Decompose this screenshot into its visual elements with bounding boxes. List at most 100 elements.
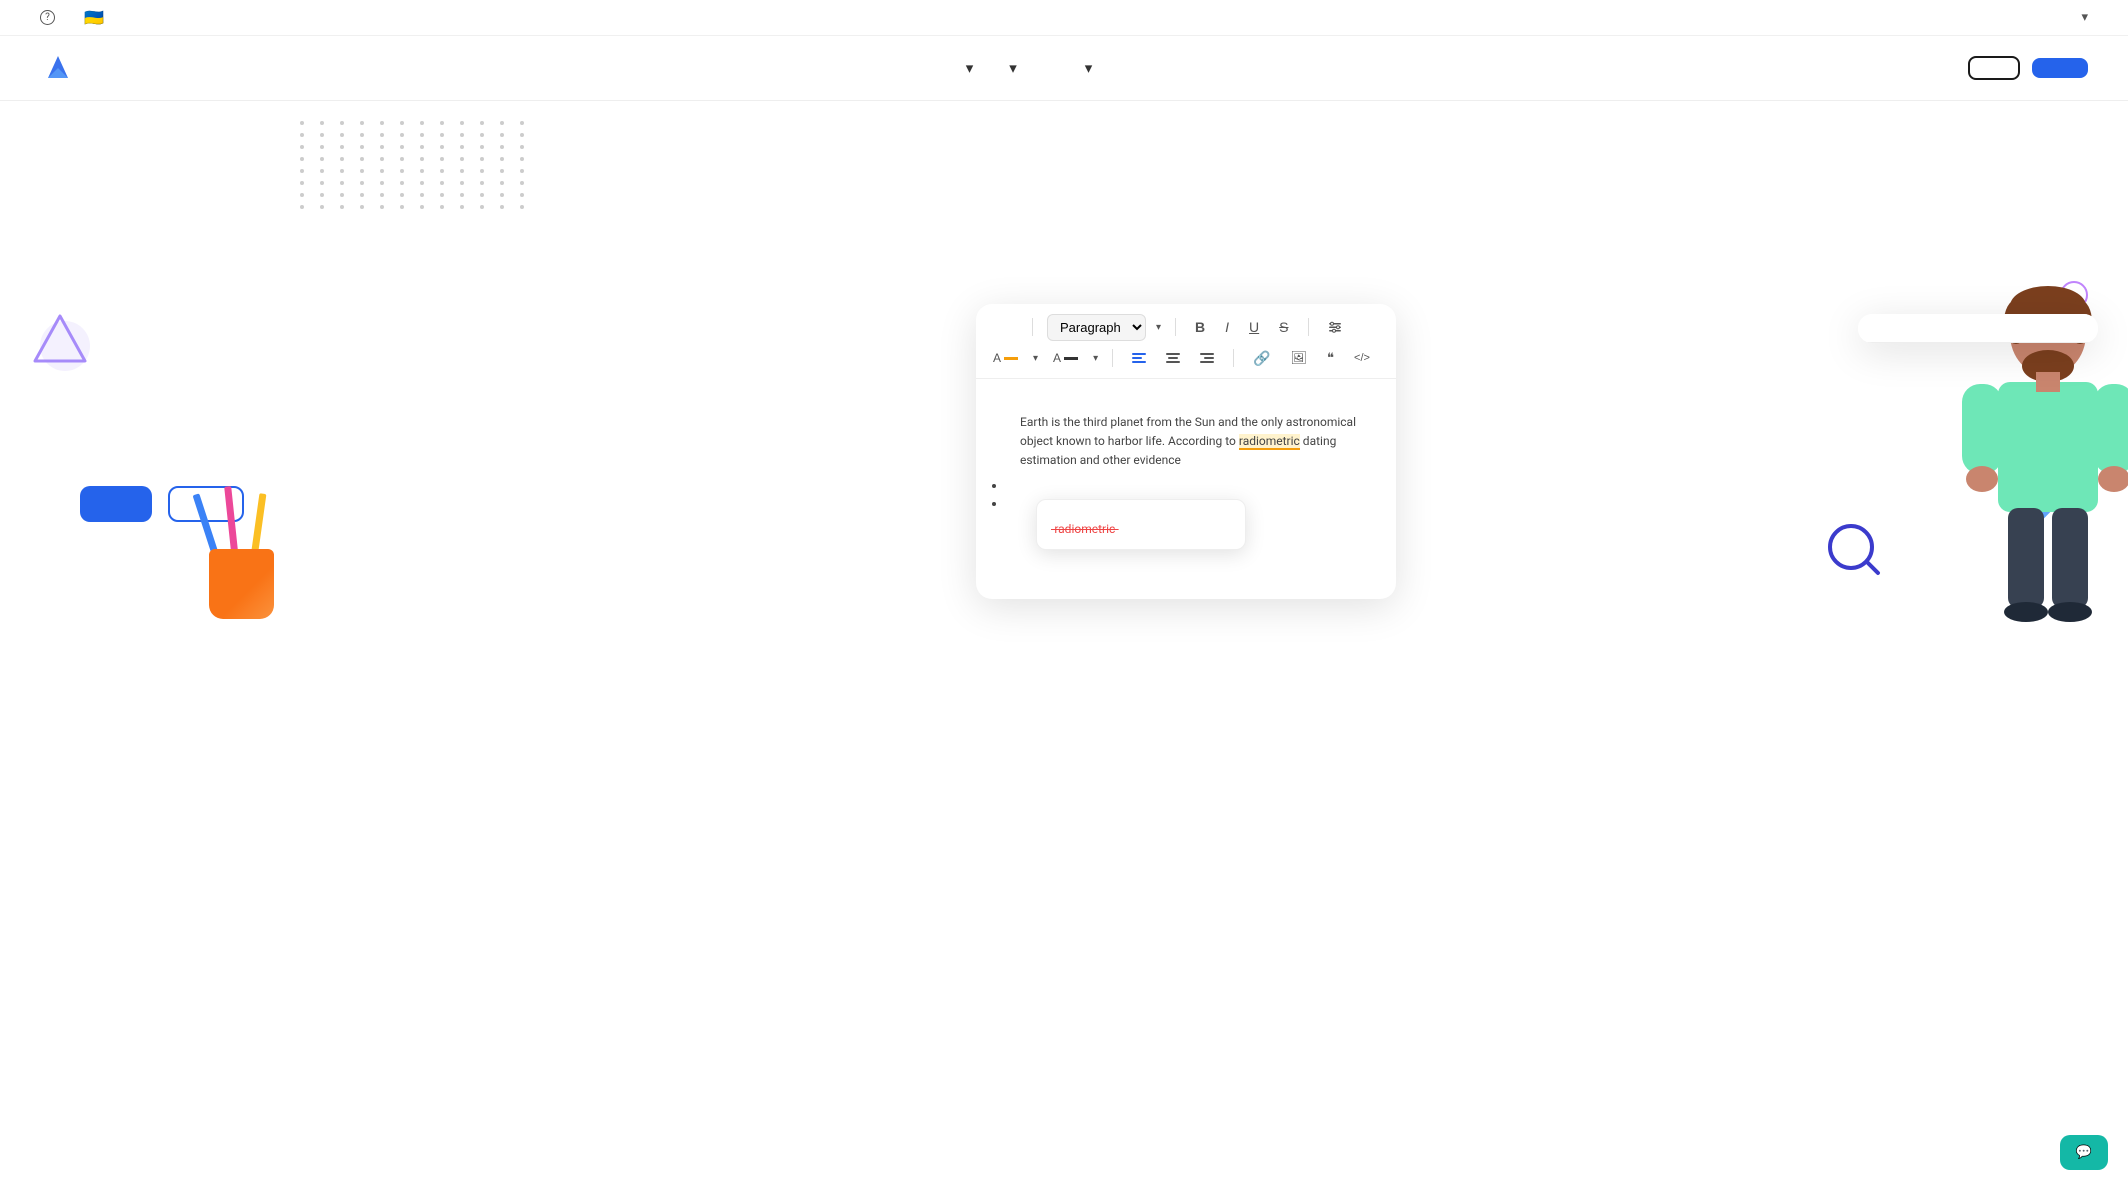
dot xyxy=(520,133,524,137)
dot xyxy=(440,133,444,137)
dot xyxy=(460,181,464,185)
dot xyxy=(380,157,384,161)
dot xyxy=(340,181,344,185)
settings-button[interactable] xyxy=(1323,317,1347,337)
dot xyxy=(460,157,464,161)
nav-actions xyxy=(1968,56,2088,80)
dot xyxy=(500,157,504,161)
dot xyxy=(520,121,524,125)
underline-button[interactable]: U xyxy=(1244,316,1264,338)
ukraine-flag-icon: 🇺🇦 xyxy=(84,8,104,27)
ukraine-link[interactable]: 🇺🇦 xyxy=(84,8,109,27)
dot xyxy=(420,157,424,161)
help-icon: ? xyxy=(40,10,55,25)
dot xyxy=(320,193,324,197)
dot xyxy=(400,121,404,125)
dot xyxy=(380,121,384,125)
align-center-icon xyxy=(1166,352,1180,364)
dot xyxy=(300,169,304,173)
editor-toolbar: Paragraph Heading 1 Heading 2 ▾ B I U S xyxy=(976,304,1396,379)
dot xyxy=(360,145,364,149)
help-link[interactable]: ? xyxy=(40,10,60,25)
toolbar-separator-4 xyxy=(1112,349,1113,367)
dot xyxy=(440,205,444,209)
redo-button[interactable] xyxy=(1008,324,1018,330)
dot xyxy=(320,133,324,137)
dot xyxy=(300,121,304,125)
dot xyxy=(300,205,304,209)
toolbar-separator-3 xyxy=(1308,318,1309,336)
hero-projects-button[interactable] xyxy=(80,486,152,522)
quote-button[interactable]: ❝ xyxy=(1322,347,1339,369)
highlight-color-button[interactable]: A xyxy=(988,348,1023,368)
dot xyxy=(400,133,404,137)
logo[interactable] xyxy=(40,50,86,86)
nav-link-features[interactable]: ▾ xyxy=(1005,59,1017,77)
dot xyxy=(460,145,464,149)
align-left-button[interactable] xyxy=(1127,349,1151,367)
dot xyxy=(460,121,464,125)
dot xyxy=(460,169,464,173)
dot xyxy=(300,181,304,185)
dot xyxy=(380,205,384,209)
topbar-left: ? 🇺🇦 xyxy=(40,8,109,27)
dot xyxy=(480,133,484,137)
dot xyxy=(420,181,424,185)
dot xyxy=(380,181,384,185)
dot xyxy=(480,157,484,161)
align-center-button[interactable] xyxy=(1161,349,1185,367)
chevron-down-icon: ▾ xyxy=(966,59,974,77)
lang-arrow-icon[interactable]: ▾ xyxy=(2081,10,2088,25)
align-right-button[interactable] xyxy=(1195,349,1219,367)
dot xyxy=(320,205,324,209)
dot xyxy=(420,121,424,125)
projects-button[interactable] xyxy=(2032,58,2088,78)
dot xyxy=(500,205,504,209)
dot xyxy=(520,181,524,185)
teal-badge[interactable]: 💬 xyxy=(2060,1135,2108,1170)
dot xyxy=(440,121,444,125)
code-button[interactable]: </> xyxy=(1349,349,1375,367)
dot xyxy=(380,193,384,197)
bold-button[interactable]: B xyxy=(1190,316,1210,338)
dot xyxy=(400,145,404,149)
dot xyxy=(320,181,324,185)
dot xyxy=(500,121,504,125)
dot xyxy=(400,157,404,161)
nav-link-why[interactable]: ▾ xyxy=(962,59,974,77)
nav-link-sources[interactable]: ▾ xyxy=(1081,59,1093,77)
pencil-cup-illustration xyxy=(204,459,314,619)
dot xyxy=(500,193,504,197)
dot xyxy=(460,205,464,209)
topbar-right: ▾ xyxy=(2065,10,2088,25)
dot xyxy=(320,169,324,173)
dot xyxy=(360,133,364,137)
dot xyxy=(420,193,424,197)
dot xyxy=(340,157,344,161)
dot xyxy=(320,157,324,161)
italic-button[interactable]: I xyxy=(1220,316,1234,338)
paragraph-select[interactable]: Paragraph Heading 1 Heading 2 xyxy=(1047,314,1146,341)
dot xyxy=(520,205,524,209)
editor-body[interactable]: Earth is the third planet from the Sun a… xyxy=(976,379,1396,599)
dot xyxy=(300,193,304,197)
dot xyxy=(480,145,484,149)
chevron-down-icon-highlight: ▾ xyxy=(1033,353,1038,364)
chevron-down-icon-paragraph: ▾ xyxy=(1156,322,1161,333)
dot xyxy=(380,145,384,149)
dot xyxy=(300,145,304,149)
logout-button[interactable] xyxy=(1968,56,2020,80)
dot xyxy=(420,205,424,209)
highlighted-word[interactable]: radiometric xyxy=(1239,434,1300,450)
link-button[interactable]: 🔗 xyxy=(1248,347,1275,370)
dot xyxy=(440,157,444,161)
dot xyxy=(520,169,524,173)
dot xyxy=(520,193,524,197)
hero-section: const dotsContainer = document.querySele… xyxy=(0,101,2128,781)
dot xyxy=(440,145,444,149)
image-button[interactable]: 🖼 xyxy=(1286,347,1313,369)
text-color-button[interactable]: A xyxy=(1048,348,1083,368)
strikethrough-button[interactable]: S xyxy=(1274,316,1293,338)
dot xyxy=(360,205,364,209)
undo-button[interactable] xyxy=(988,324,998,330)
